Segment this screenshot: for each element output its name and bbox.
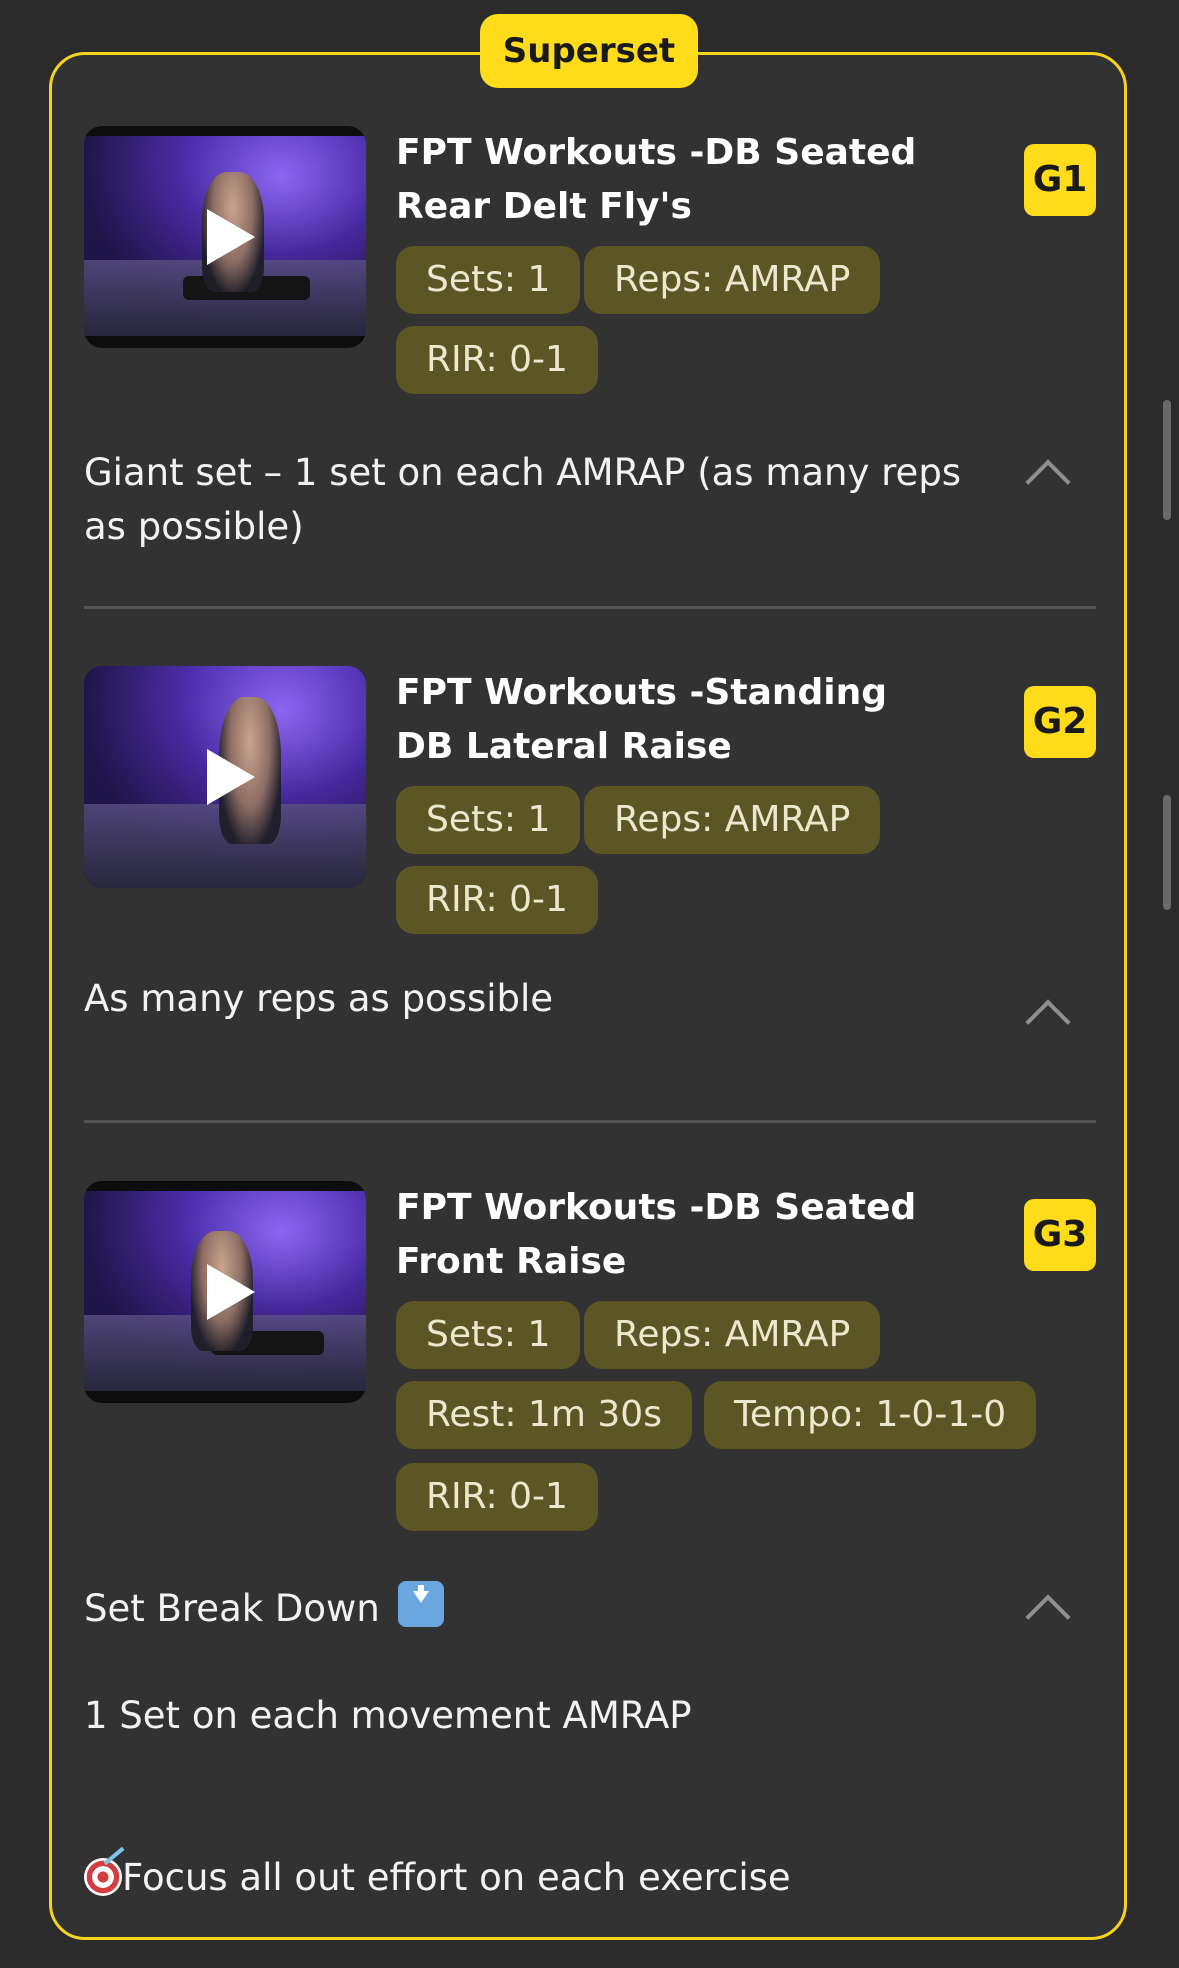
play-icon[interactable] — [207, 209, 255, 265]
exercise-title[interactable]: FPT Workouts -DB Seated Rear Delt Fly's — [396, 126, 936, 234]
exercise-item-g3: FPT Workouts -DB Seated Front Raise G3 S… — [84, 1181, 1096, 1901]
group-badge: G1 — [1024, 144, 1096, 216]
divider — [84, 1120, 1096, 1123]
down-arrow-emoji-icon — [397, 1581, 444, 1627]
workout-screen: Superset FPT Workouts -DB Seated Rear De… — [0, 0, 1179, 1968]
note-line: Focus all out effort on each exercise — [84, 1851, 1014, 1905]
sets-chip: Sets: 1 — [396, 246, 581, 314]
superset-badge: Superset — [480, 14, 698, 88]
scrollbar-thumb[interactable] — [1163, 795, 1171, 910]
divider — [84, 606, 1096, 609]
exercise-item-g2: FPT Workouts -Standing DB Lateral Raise … — [84, 666, 1096, 1086]
tempo-chip: Tempo: 1-0-1-0 — [704, 1381, 1037, 1449]
exercise-item-g1: FPT Workouts -DB Seated Rear Delt Fly's … — [84, 126, 1096, 566]
exercise-note: Giant set – 1 set on each AMRAP (as many… — [84, 451, 962, 548]
exercise-video-thumbnail[interactable] — [84, 666, 366, 888]
reps-chip: Reps: AMRAP — [584, 1301, 881, 1369]
play-icon[interactable] — [207, 749, 255, 805]
rest-chip: Rest: 1m 30s — [396, 1381, 692, 1449]
note-line-text: Focus all out effort on each exercise — [122, 1856, 791, 1899]
reps-chip: Reps: AMRAP — [584, 786, 881, 854]
rir-chip: RIR: 0-1 — [396, 1463, 598, 1531]
group-badge: G2 — [1024, 686, 1096, 758]
note-heading-text: Set Break Down — [84, 1587, 380, 1630]
play-icon[interactable] — [207, 1264, 255, 1320]
sets-chip: Sets: 1 — [396, 786, 581, 854]
exercise-video-thumbnail[interactable] — [84, 126, 366, 348]
chevron-up-icon[interactable] — [1025, 459, 1071, 505]
exercise-title[interactable]: FPT Workouts -Standing DB Lateral Raise — [396, 666, 936, 774]
exercise-video-thumbnail[interactable] — [84, 1181, 366, 1403]
rir-chip: RIR: 0-1 — [396, 326, 598, 394]
exercise-note: As many reps as possible — [84, 977, 554, 1020]
rir-chip: RIR: 0-1 — [396, 866, 598, 934]
scrollbar-thumb[interactable] — [1163, 400, 1171, 520]
group-badge: G3 — [1024, 1199, 1096, 1271]
dart-target-emoji-icon — [84, 1858, 122, 1896]
note-line: 1 Set on each movement AMRAP — [84, 1694, 692, 1737]
sets-chip: Sets: 1 — [396, 1301, 581, 1369]
note-heading: Set Break Down — [84, 1581, 1014, 1636]
exercise-title[interactable]: FPT Workouts -DB Seated Front Raise — [396, 1181, 936, 1289]
chevron-up-icon[interactable] — [1025, 1594, 1071, 1640]
chevron-up-icon[interactable] — [1025, 999, 1071, 1045]
reps-chip: Reps: AMRAP — [584, 246, 881, 314]
